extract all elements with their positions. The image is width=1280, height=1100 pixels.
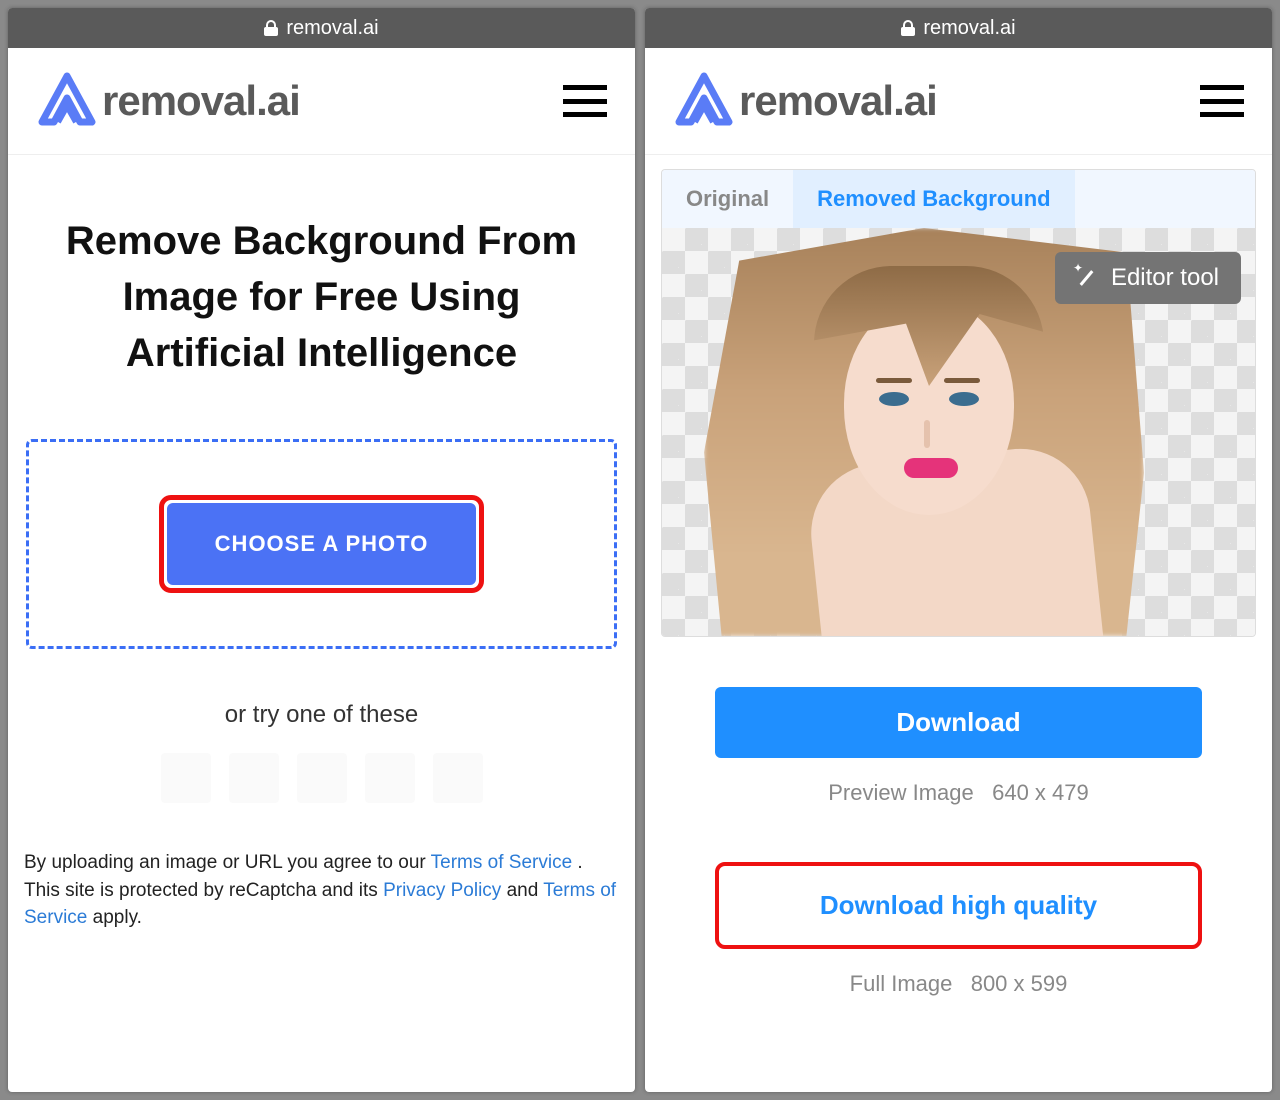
lock-icon <box>901 20 915 36</box>
logo-icon <box>36 72 98 130</box>
download-hq-wrap: Download high quality <box>715 862 1202 949</box>
browser-url-bar: removal.ai <box>8 8 635 48</box>
sample-thumb[interactable] <box>297 753 347 803</box>
legal-part: and <box>507 880 544 901</box>
result-tabs: Original Removed Background <box>662 170 1255 228</box>
download-section: Download Preview Image 640 x 479 Downloa… <box>655 637 1262 997</box>
result-image-area: Editor tool <box>662 228 1255 636</box>
logo-icon <box>673 72 735 130</box>
brand-text: removal.ai <box>739 77 937 125</box>
tab-removed-background[interactable]: Removed Background <box>793 170 1075 228</box>
or-try-label: or try one of these <box>18 701 625 729</box>
full-dimensions: Full Image 800 x 599 <box>715 971 1202 997</box>
screen-left-upload: removal.ai removal.ai Remove Background … <box>8 8 635 1092</box>
annotation-highlight: Download high quality <box>715 862 1202 949</box>
browser-url-bar: removal.ai <box>645 8 1272 48</box>
hamburger-menu-icon[interactable] <box>1200 85 1244 117</box>
privacy-link[interactable]: Privacy Policy <box>383 880 501 901</box>
legal-part: By uploading an image or URL you agree t… <box>24 852 431 873</box>
screen-right-result: removal.ai removal.ai Original Removed B… <box>645 8 1272 1092</box>
preview-dimensions: Preview Image 640 x 479 <box>715 780 1202 806</box>
magic-wand-icon <box>1077 267 1099 289</box>
terms-link[interactable]: Terms of Service <box>431 852 572 873</box>
annotation-highlight: CHOOSE A PHOTO <box>159 495 485 593</box>
tab-original[interactable]: Original <box>662 170 793 228</box>
url-text: removal.ai <box>923 17 1015 40</box>
legal-part: apply. <box>93 907 142 928</box>
brand-logo[interactable]: removal.ai <box>673 72 937 130</box>
sample-thumbnails <box>18 753 625 803</box>
header: removal.ai <box>8 48 635 155</box>
brand-text: removal.ai <box>102 77 300 125</box>
sample-thumb[interactable] <box>161 753 211 803</box>
main-content: Original Removed Background Editor t <box>645 155 1272 1092</box>
editor-tool-button[interactable]: Editor tool <box>1055 252 1241 304</box>
headline: Remove Background From Image for Free Us… <box>38 213 605 381</box>
full-label: Full Image <box>850 971 953 996</box>
sample-thumb[interactable] <box>229 753 279 803</box>
preview-size: 640 x 479 <box>992 780 1089 805</box>
brand-logo[interactable]: removal.ai <box>36 72 300 130</box>
sample-thumb[interactable] <box>365 753 415 803</box>
url-text: removal.ai <box>286 17 378 40</box>
editor-tool-label: Editor tool <box>1111 264 1219 292</box>
sample-thumb[interactable] <box>433 753 483 803</box>
hero: Remove Background From Image for Free Us… <box>18 155 625 421</box>
download-high-quality-button[interactable]: Download high quality <box>725 872 1192 939</box>
full-size: 800 x 599 <box>971 971 1068 996</box>
preview-label: Preview Image <box>828 780 974 805</box>
hamburger-menu-icon[interactable] <box>563 85 607 117</box>
header: removal.ai <box>645 48 1272 155</box>
legal-text: By uploading an image or URL you agree t… <box>18 803 625 944</box>
download-button[interactable]: Download <box>715 687 1202 758</box>
lock-icon <box>264 20 278 36</box>
upload-dropzone[interactable]: CHOOSE A PHOTO <box>26 439 617 649</box>
choose-photo-button[interactable]: CHOOSE A PHOTO <box>167 503 477 585</box>
main-content: Remove Background From Image for Free Us… <box>8 155 635 1092</box>
result-card: Original Removed Background Editor t <box>661 169 1256 637</box>
